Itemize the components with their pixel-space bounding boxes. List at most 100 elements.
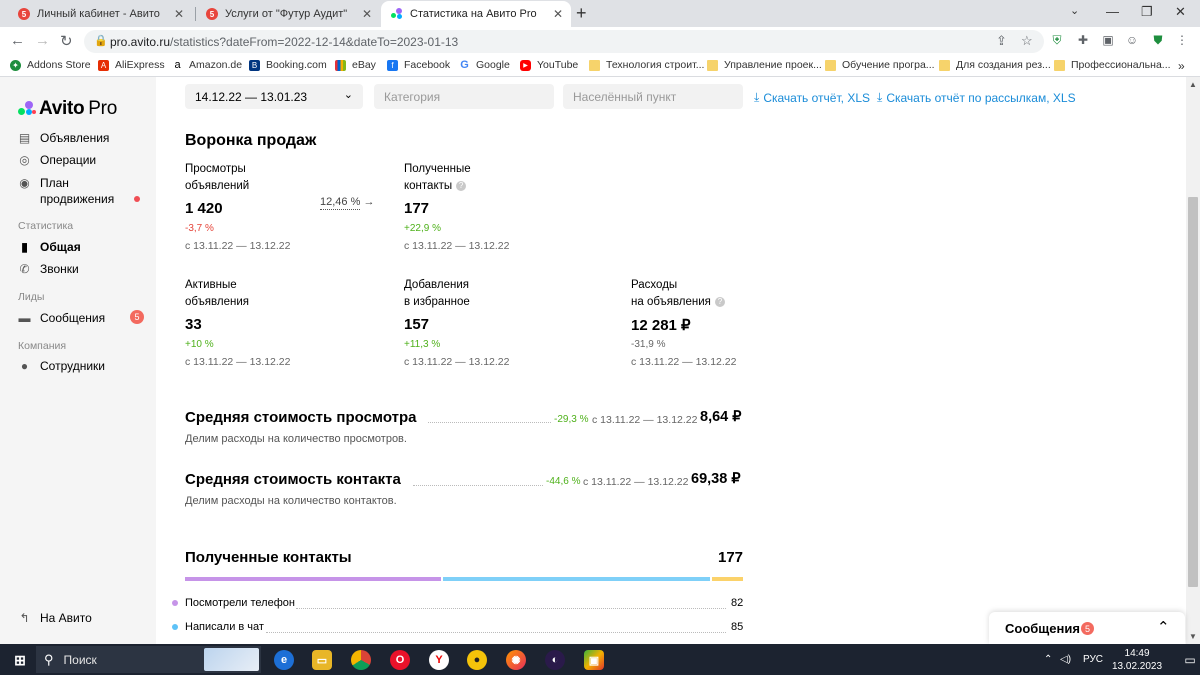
chat-messages-color-dot bbox=[172, 624, 178, 630]
avg-contact-subtitle: Делим расходы на количество контактов. bbox=[185, 495, 397, 507]
views-label: Просмотры объявлений bbox=[185, 163, 250, 192]
active-ads-label: Активные объявления bbox=[185, 279, 249, 308]
sidebar-section-stats: Статистика bbox=[18, 220, 74, 232]
favorites-period: с 13.11.22 — 13.12.22 bbox=[404, 356, 510, 368]
sidebar-item-promo-plan[interactable]: ◉ План продвижения bbox=[18, 175, 114, 207]
download-mailing-report-link[interactable]: ⤓ Скачать отчёт по рассылкам, XLS bbox=[877, 90, 1076, 105]
avito-logo-dots bbox=[18, 101, 36, 117]
bookmarks-overflow[interactable]: » bbox=[1178, 59, 1185, 73]
bookmark-ebay[interactable]: eBay bbox=[335, 59, 376, 71]
sidebar-item-calls[interactable]: ✆ Звонки bbox=[18, 262, 78, 276]
sidebar-item-operations[interactable]: ◎ Операции bbox=[18, 153, 96, 167]
return-arrow-icon: ↰ bbox=[19, 611, 30, 625]
bookmark-aliexpress[interactable]: A AliExpress bbox=[98, 59, 165, 71]
youtube-icon: ▶ bbox=[520, 59, 531, 71]
tab-avito-cabinet[interactable]: 5 Личный кабинет - Авито ✕ bbox=[8, 1, 192, 27]
bookmark-folder-professional[interactable]: Профессиональна... bbox=[1054, 59, 1171, 71]
close-tab-icon[interactable]: ✕ bbox=[174, 7, 184, 21]
bookmark-amazon[interactable]: a Amazon.de bbox=[172, 59, 242, 71]
new-tab-button[interactable]: + bbox=[576, 3, 587, 24]
sidebar-item-messages[interactable]: ▬ Сообщения bbox=[18, 311, 106, 325]
tab-futur-audit[interactable]: 5 Услуги от "Футур Аудит" ✕ bbox=[196, 1, 380, 27]
lock-icon[interactable]: 🔒 bbox=[94, 34, 108, 47]
bookmark-star-icon[interactable]: ☆ bbox=[1021, 33, 1033, 49]
edge-icon[interactable]: e bbox=[274, 650, 294, 670]
bookmark-folder-management[interactable]: Управление проек... bbox=[707, 59, 822, 71]
yandex-browser-icon[interactable]: Y bbox=[429, 650, 449, 670]
bookmark-folder-learning[interactable]: Обучение програ... bbox=[825, 59, 935, 71]
download-report-link[interactable]: ⤓ Скачать отчёт, XLS bbox=[754, 90, 870, 105]
bookmark-youtube[interactable]: ▶ YouTube bbox=[520, 59, 578, 71]
sidebar-item-general[interactable]: ▮ Общая bbox=[18, 240, 81, 254]
bookmark-google[interactable]: G Google bbox=[459, 59, 510, 71]
maximize-button[interactable]: ❐ bbox=[1141, 4, 1153, 20]
close-window-button[interactable]: ✕ bbox=[1175, 4, 1186, 20]
profile-icon[interactable]: ☺ bbox=[1124, 32, 1140, 48]
help-icon[interactable]: ? bbox=[456, 180, 467, 191]
input-language[interactable]: РУС bbox=[1083, 654, 1103, 665]
url-text: pro.avito.ru/statistics?dateFrom=2022-12… bbox=[110, 35, 459, 49]
conversion-rate[interactable]: 12,46 % → bbox=[320, 196, 374, 210]
folder-icon bbox=[825, 59, 836, 71]
screen: 5 Личный кабинет - Авито ✕ 5 Услуги от "… bbox=[0, 0, 1200, 675]
back-button[interactable]: ← bbox=[10, 32, 25, 49]
expenses-change: -31,9 % bbox=[631, 339, 666, 350]
file-explorer-icon[interactable]: ▭ bbox=[312, 650, 332, 670]
received-contacts-title: Полученные контакты bbox=[185, 549, 352, 566]
avg-contact-change: -44,6 % bbox=[546, 476, 581, 487]
firefox-icon[interactable]: ✺ bbox=[506, 650, 526, 670]
bookmark-booking[interactable]: B Booking.com bbox=[249, 59, 327, 71]
help-icon[interactable]: ? bbox=[714, 296, 725, 307]
date-range-select[interactable]: 14.12.22 — 13.01.23 ⌄ bbox=[185, 84, 363, 109]
tor-browser-icon[interactable]: ◐ bbox=[545, 650, 565, 670]
leader-line bbox=[296, 608, 726, 609]
promo-notification-dot bbox=[134, 196, 140, 202]
shield-extension-icon[interactable]: ⛊ bbox=[1150, 32, 1166, 48]
share-icon[interactable]: ⇪ bbox=[996, 33, 1007, 49]
adguard-extension-icon[interactable]: ⛨ bbox=[1049, 32, 1065, 48]
reload-button[interactable]: ↻ bbox=[60, 32, 73, 50]
bookmark-addons-store[interactable]: ✦ Addons Store bbox=[10, 59, 91, 71]
windows-start-icon[interactable]: ⊞ bbox=[10, 650, 30, 670]
bookmark-folder-resume[interactable]: Для создания рез... bbox=[939, 59, 1051, 71]
yandex-app-icon[interactable]: ● bbox=[467, 650, 487, 670]
address-bar[interactable]: 🔒 pro.avito.ru/statistics?dateFrom=2022-… bbox=[84, 30, 1044, 53]
close-tab-icon[interactable]: ✕ bbox=[362, 7, 372, 21]
chevron-up-icon[interactable]: ⌃ bbox=[1157, 618, 1170, 636]
bookmark-facebook[interactable]: f Facebook bbox=[387, 59, 450, 71]
sidebar-item-employees[interactable]: ● Сотрудники bbox=[18, 359, 105, 373]
avg-view-cost-title: Средняя стоимость просмотра bbox=[185, 409, 417, 426]
download-icon: ⤓ bbox=[754, 90, 760, 104]
app-icon[interactable]: ▣ bbox=[584, 650, 604, 670]
avg-view-period: с 13.11.22 — 13.12.22 bbox=[592, 414, 698, 426]
city-select[interactable]: Населённый пункт bbox=[563, 84, 743, 109]
bookmark-folder-tech[interactable]: Технология строит... bbox=[589, 59, 704, 71]
phone-views-value: 82 bbox=[731, 597, 744, 609]
tab-avito-pro-stats[interactable]: Статистика на Авито Pro ✕ bbox=[381, 1, 571, 27]
opera-icon[interactable]: O bbox=[390, 650, 410, 670]
ebay-icon bbox=[335, 59, 346, 71]
system-clock[interactable]: 14:49 13.02.2023 bbox=[1112, 647, 1162, 673]
expenses-period: с 13.11.22 — 13.12.22 bbox=[631, 356, 737, 368]
minimize-button[interactable]: — bbox=[1106, 4, 1119, 19]
side-panel-icon[interactable]: ▣ bbox=[1100, 32, 1116, 48]
phone-views-color-dot bbox=[172, 600, 178, 606]
category-select[interactable]: Категория bbox=[374, 84, 554, 109]
close-tab-icon[interactable]: ✕ bbox=[553, 7, 563, 21]
forward-button[interactable]: → bbox=[35, 32, 50, 49]
chrome-icon[interactable] bbox=[351, 650, 371, 670]
sidebar-item-to-avito[interactable]: ↰ На Авито bbox=[18, 611, 91, 625]
avito-pro-logo[interactable]: Avito Pro bbox=[18, 98, 117, 120]
menu-kebab-icon[interactable]: ⋮ bbox=[1174, 32, 1190, 48]
volume-icon[interactable]: ◁) bbox=[1060, 654, 1071, 665]
extensions-puzzle-icon[interactable]: ✚ bbox=[1075, 32, 1091, 48]
tab-search-icon[interactable]: ⌄ bbox=[1070, 4, 1079, 17]
sidebar-item-ads[interactable]: ▤ Объявления bbox=[18, 131, 110, 145]
avg-contact-value: 69,38 ₽ bbox=[691, 471, 741, 487]
page-scrollbar[interactable]: ▲ ▼ bbox=[1186, 77, 1200, 644]
taskbar-search[interactable]: ⚲ Поиск bbox=[36, 646, 261, 673]
messages-panel[interactable]: Сообщения 5 ⌃ bbox=[989, 612, 1185, 644]
scrollbar-thumb[interactable] bbox=[1188, 197, 1198, 587]
notification-icon[interactable]: ▭ bbox=[1180, 650, 1200, 670]
tray-chevron-icon[interactable]: ⌃ bbox=[1044, 654, 1052, 665]
